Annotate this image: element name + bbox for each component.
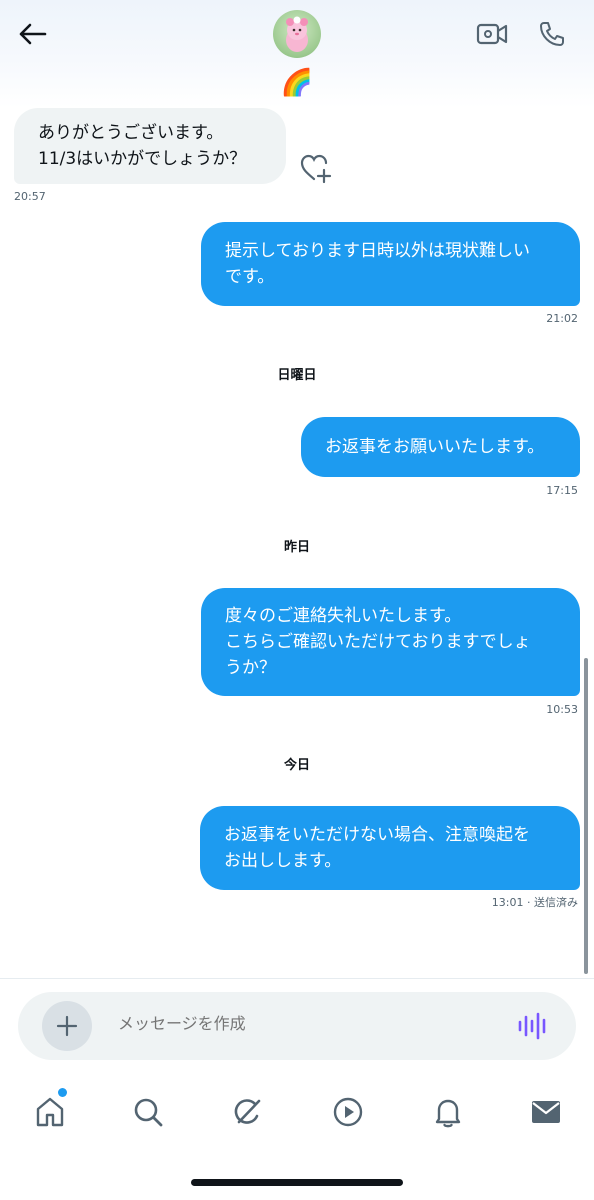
- avatar-image: [286, 16, 308, 52]
- mail-icon: [532, 1101, 560, 1123]
- plus-icon: [56, 1015, 78, 1037]
- incoming-message-bubble[interactable]: ありがとうございます。 11/3はいかがでしょうか？: [14, 108, 286, 184]
- audio-wave-icon: [518, 1012, 546, 1040]
- home-icon: [36, 1097, 64, 1127]
- phone-icon: [540, 22, 564, 46]
- rainbow-badge: 🌈: [280, 68, 314, 98]
- message-timestamp: 17:15: [546, 484, 578, 497]
- back-button[interactable]: [12, 14, 52, 54]
- grok-icon: [234, 1099, 261, 1124]
- nav-grok[interactable]: [226, 1090, 270, 1134]
- avatar[interactable]: [273, 10, 321, 58]
- video-call-icon: [476, 23, 508, 45]
- outgoing-message-bubble[interactable]: お返事をお願いいたします。: [301, 417, 580, 477]
- date-divider: 今日: [283, 758, 310, 773]
- play-icon: [333, 1097, 363, 1127]
- outgoing-message-bubble[interactable]: 度々のご連絡失礼いたします。 こちらご確認いただけておりますでしょ うか？: [201, 588, 580, 696]
- outgoing-message-bubble[interactable]: お返事をいただけない場合、注意喚起を お出しします。: [200, 806, 580, 890]
- nav-home[interactable]: [28, 1090, 72, 1134]
- phone-call-button[interactable]: [532, 14, 572, 54]
- voice-message-button[interactable]: [512, 1008, 552, 1044]
- scrollbar[interactable]: [584, 658, 588, 974]
- conversation-header: 🌈: [0, 0, 594, 108]
- nav-video[interactable]: [326, 1090, 370, 1134]
- message-timestamp: 21:02: [546, 312, 578, 325]
- notification-dot: [58, 1088, 67, 1097]
- message-timestamp: 20:57: [14, 190, 46, 203]
- date-divider: 日曜日: [277, 368, 317, 383]
- arrow-left-icon: [19, 23, 47, 45]
- outgoing-message-bubble[interactable]: 提示しております日時以外は現状難しい です。: [201, 222, 580, 306]
- message-input[interactable]: [118, 1014, 498, 1033]
- message-status: 13:01 · 送信済み: [491, 896, 578, 909]
- add-reaction-button[interactable]: [296, 150, 336, 186]
- search-icon: [134, 1098, 163, 1127]
- nav-search[interactable]: [126, 1090, 170, 1134]
- date-divider: 昨日: [283, 540, 310, 555]
- message-timestamp: 10:53: [546, 703, 578, 716]
- bell-icon: [435, 1099, 461, 1128]
- home-indicator[interactable]: [191, 1179, 403, 1186]
- nav-messages[interactable]: [524, 1090, 568, 1134]
- video-call-button[interactable]: [472, 14, 512, 54]
- bottom-navigation: [0, 1080, 594, 1144]
- divider: [0, 978, 594, 979]
- nav-notifications[interactable]: [426, 1090, 470, 1134]
- add-media-button[interactable]: [42, 1001, 92, 1051]
- message-composer: [18, 992, 576, 1060]
- heart-plus-icon: [300, 154, 332, 184]
